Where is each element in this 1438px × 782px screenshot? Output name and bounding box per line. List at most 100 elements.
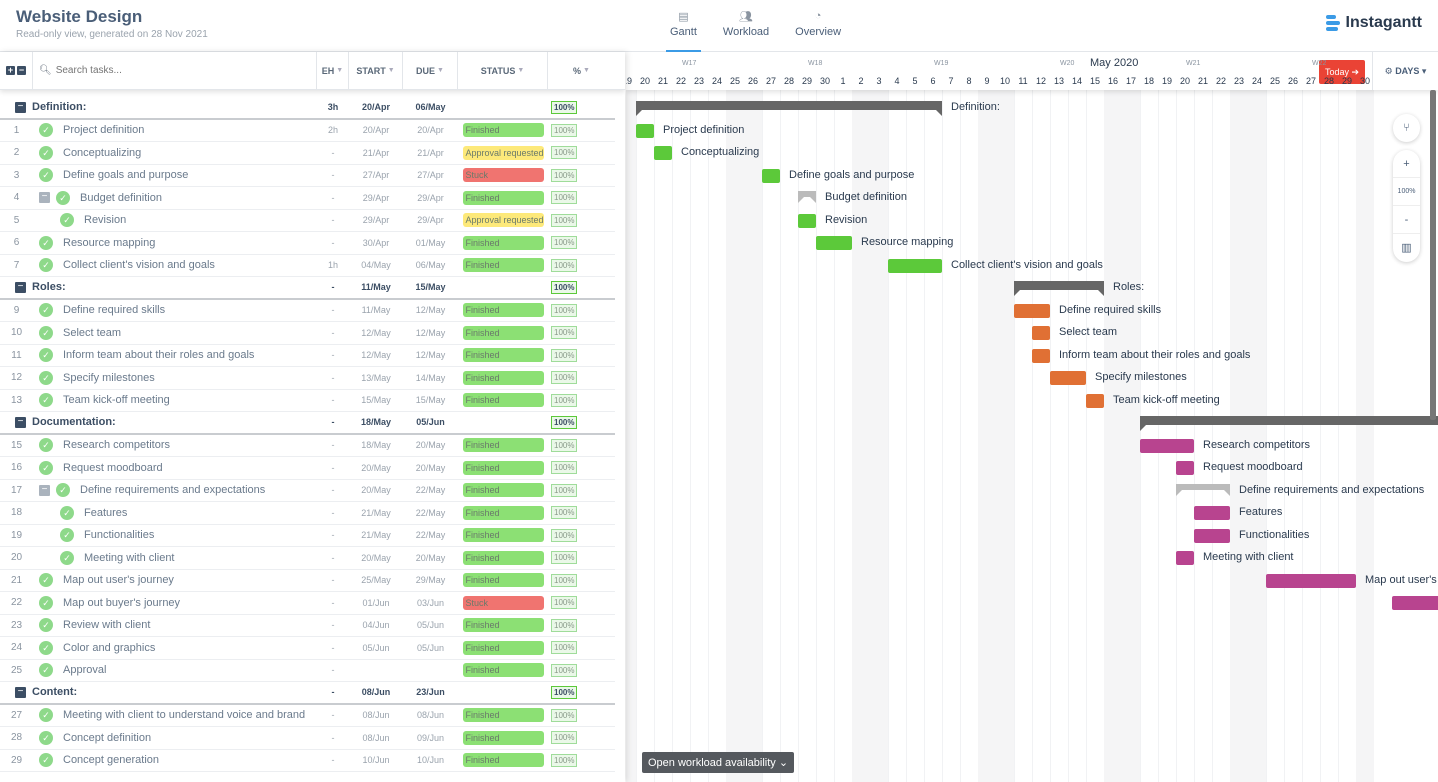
tab-gantt[interactable]: ▤ Gantt xyxy=(666,10,701,52)
task-name[interactable]: Features xyxy=(84,507,317,519)
tab-workload[interactable]: 👥︎ Workload xyxy=(719,10,773,52)
table-row[interactable]: 20 ✓ Meeting with client - 20/May 20/May F… xyxy=(0,547,615,570)
check-icon[interactable]: ✓ xyxy=(39,393,53,408)
table-row[interactable]: 3 ✓ Define goals and purpose - 27/Apr 27/A… xyxy=(0,165,615,187)
tab-overview[interactable]: ◔ Overview xyxy=(791,10,845,52)
subtask-summary-bar[interactable] xyxy=(1176,483,1230,496)
status-badge[interactable]: Finished xyxy=(462,640,544,655)
search-input[interactable] xyxy=(55,65,306,76)
zoom-out-button[interactable]: - xyxy=(1393,206,1420,234)
collapse-all-icon[interactable]: − xyxy=(17,66,26,75)
task-name[interactable]: Color and graphics xyxy=(63,642,317,654)
task-name[interactable]: Map out user's journey xyxy=(63,574,317,586)
check-icon[interactable]: ✓ xyxy=(39,325,53,340)
open-workload-button[interactable]: Open workload availability ⌄ xyxy=(642,752,795,773)
status-badge[interactable]: Finished xyxy=(462,303,544,318)
table-row[interactable]: 28 ✓ Concept definition - 08/Jun 09/Jun Fi… xyxy=(0,727,615,750)
task-bar[interactable] xyxy=(1176,461,1194,475)
task-name[interactable]: Define requirements and expectations xyxy=(80,484,317,496)
check-icon[interactable]: ✓ xyxy=(39,258,53,273)
task-bar[interactable] xyxy=(1266,573,1356,588)
group-summary-bar[interactable] xyxy=(1014,281,1104,296)
task-name[interactable]: Inform team about their roles and goals xyxy=(63,349,317,361)
task-name[interactable]: Project definition xyxy=(63,124,317,136)
table-row[interactable]: 18 ✓ Features - 21/May 22/May Finished 100… xyxy=(0,502,615,525)
table-row[interactable]: 2 ✓ Conceptualizing - 21/Apr 21/Apr Approv… xyxy=(0,142,615,165)
task-bar[interactable] xyxy=(654,146,672,160)
status-badge[interactable]: Finished xyxy=(462,528,544,543)
status-badge[interactable]: Finished xyxy=(462,190,544,205)
task-bar[interactable] xyxy=(1032,348,1050,363)
task-name[interactable]: Team kick-off meeting xyxy=(63,394,317,406)
table-row[interactable]: 13 ✓ Team kick-off meeting - 15/May 15/May… xyxy=(0,390,615,412)
col-start[interactable]: START ▼ xyxy=(349,52,403,89)
check-icon[interactable]: ✓ xyxy=(39,663,53,678)
task-name[interactable]: Approval xyxy=(63,664,317,676)
collapse-subtask-icon[interactable]: − xyxy=(39,484,50,496)
table-row[interactable]: 15 ✓ Research competitors - 18/May 20/May … xyxy=(0,435,615,457)
collapse-group-icon[interactable]: − xyxy=(15,686,26,698)
table-row[interactable]: 21 ✓ Map out user's journey - 25/May 29/Ma… xyxy=(0,570,615,592)
task-name[interactable]: Concept generation xyxy=(63,754,317,766)
col-due[interactable]: DUE ▼ xyxy=(403,52,458,89)
status-badge[interactable]: Stuck xyxy=(462,595,544,610)
task-name[interactable]: Collect client's vision and goals xyxy=(63,259,317,271)
collapse-group-icon[interactable]: − xyxy=(15,281,26,293)
zoom-in-button[interactable]: + xyxy=(1393,150,1420,178)
task-bar[interactable] xyxy=(762,168,780,183)
task-name[interactable]: Define required skills xyxy=(63,304,317,316)
task-name[interactable]: Roles: xyxy=(32,281,317,293)
status-badge[interactable]: Finished xyxy=(462,663,544,678)
table-row[interactable]: 4 − ✓ Budget definition - 29/Apr 29/Apr Fin… xyxy=(0,187,615,210)
status-badge[interactable]: Finished xyxy=(462,258,544,273)
vertical-scrollbar[interactable] xyxy=(1430,90,1436,420)
task-bar[interactable] xyxy=(1176,551,1194,565)
group-summary-bar[interactable] xyxy=(1140,416,1438,431)
collapse-group-icon[interactable]: − xyxy=(15,101,26,113)
check-icon[interactable]: ✓ xyxy=(39,640,53,655)
status-badge[interactable]: Finished xyxy=(462,753,544,768)
task-bar[interactable] xyxy=(1392,596,1438,610)
check-icon[interactable]: ✓ xyxy=(39,303,53,318)
check-icon[interactable]: ✓ xyxy=(39,145,53,160)
check-icon[interactable]: ✓ xyxy=(39,708,53,723)
table-row[interactable]: 22 ✓ Map out buyer's journey - 01/Jun 03/J… xyxy=(0,592,615,615)
group-summary-bar[interactable] xyxy=(636,101,942,116)
task-name[interactable]: Resource mapping xyxy=(63,237,317,249)
task-name[interactable]: Review with client xyxy=(63,619,317,631)
table-row[interactable]: 25 ✓ Approval - Finished 100% xyxy=(0,660,615,682)
task-name[interactable]: Budget definition xyxy=(80,192,317,204)
task-bar[interactable] xyxy=(1014,303,1050,318)
check-icon[interactable]: ✓ xyxy=(60,505,74,520)
col-eh[interactable]: EH ▼ xyxy=(317,52,349,89)
table-row[interactable]: 9 ✓ Define required skills - 11/May 12/May… xyxy=(0,300,615,322)
task-name[interactable]: Content: xyxy=(32,686,317,698)
expand-all-icon[interactable]: + xyxy=(6,66,15,75)
task-name[interactable]: Definition: xyxy=(32,101,317,113)
task-bar[interactable] xyxy=(888,258,942,273)
table-row[interactable]: 10 ✓ Select team - 12/May 12/May Finished … xyxy=(0,322,615,345)
status-badge[interactable]: Finished xyxy=(462,460,544,475)
task-bar[interactable] xyxy=(816,236,852,250)
task-name[interactable]: Revision xyxy=(84,214,317,226)
group-row[interactable]: − Definition: 3h 20/Apr 06/May 100% xyxy=(0,97,615,120)
task-bar[interactable] xyxy=(1194,506,1230,520)
status-badge[interactable]: Finished xyxy=(462,573,544,588)
check-icon[interactable]: ✓ xyxy=(39,348,53,363)
task-name[interactable]: Documentation: xyxy=(32,416,317,428)
task-bar[interactable] xyxy=(798,213,816,228)
status-badge[interactable]: Finished xyxy=(462,505,544,520)
collapse-subtask-icon[interactable]: − xyxy=(39,192,50,204)
check-icon[interactable]: ✓ xyxy=(39,730,53,745)
group-row[interactable]: − Roles: - 11/May 15/May 100% xyxy=(0,277,615,300)
check-icon[interactable]: ✓ xyxy=(39,438,53,453)
task-name[interactable]: Concept definition xyxy=(63,732,317,744)
check-icon[interactable]: ✓ xyxy=(39,753,53,768)
task-name[interactable]: Define goals and purpose xyxy=(63,169,317,181)
dependencies-button[interactable]: ⑂ xyxy=(1393,114,1420,142)
table-row[interactable]: 19 ✓ Functionalities - 21/May 22/May Finis… xyxy=(0,525,615,547)
task-name[interactable]: Select team xyxy=(63,327,317,339)
status-badge[interactable]: Finished xyxy=(462,393,544,408)
task-bar[interactable] xyxy=(1140,438,1194,453)
table-row[interactable]: 11 ✓ Inform team about their roles and goa… xyxy=(0,345,615,367)
